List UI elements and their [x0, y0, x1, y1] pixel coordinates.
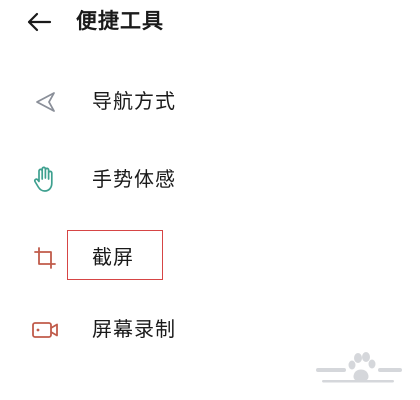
highlight-box — [67, 230, 163, 280]
navigation-triangle-icon — [30, 89, 60, 115]
crop-icon — [30, 245, 60, 271]
menu-item-label: 屏幕录制 — [92, 317, 176, 341]
menu-item-gestures[interactable]: 手势体感 — [0, 150, 420, 210]
hand-gesture-icon — [30, 166, 60, 193]
arrow-left-icon — [27, 12, 52, 32]
page-title: 便捷工具 — [76, 9, 164, 33]
menu-item-navigation-mode[interactable]: 导航方式 — [0, 72, 420, 132]
menu-item-label: 手势体感 — [92, 167, 176, 191]
baidu-paw-logo-icon — [316, 352, 402, 383]
video-camera-icon — [30, 317, 60, 343]
header: 便捷工具 — [0, 0, 420, 44]
back-button[interactable] — [22, 8, 56, 36]
quick-tools-screen: 便捷工具 导航方式 手势体感 截屏 屏幕录制 — [0, 0, 420, 400]
menu-item-screenshot[interactable]: 截屏 — [0, 228, 420, 288]
menu-item-label: 导航方式 — [92, 89, 176, 113]
